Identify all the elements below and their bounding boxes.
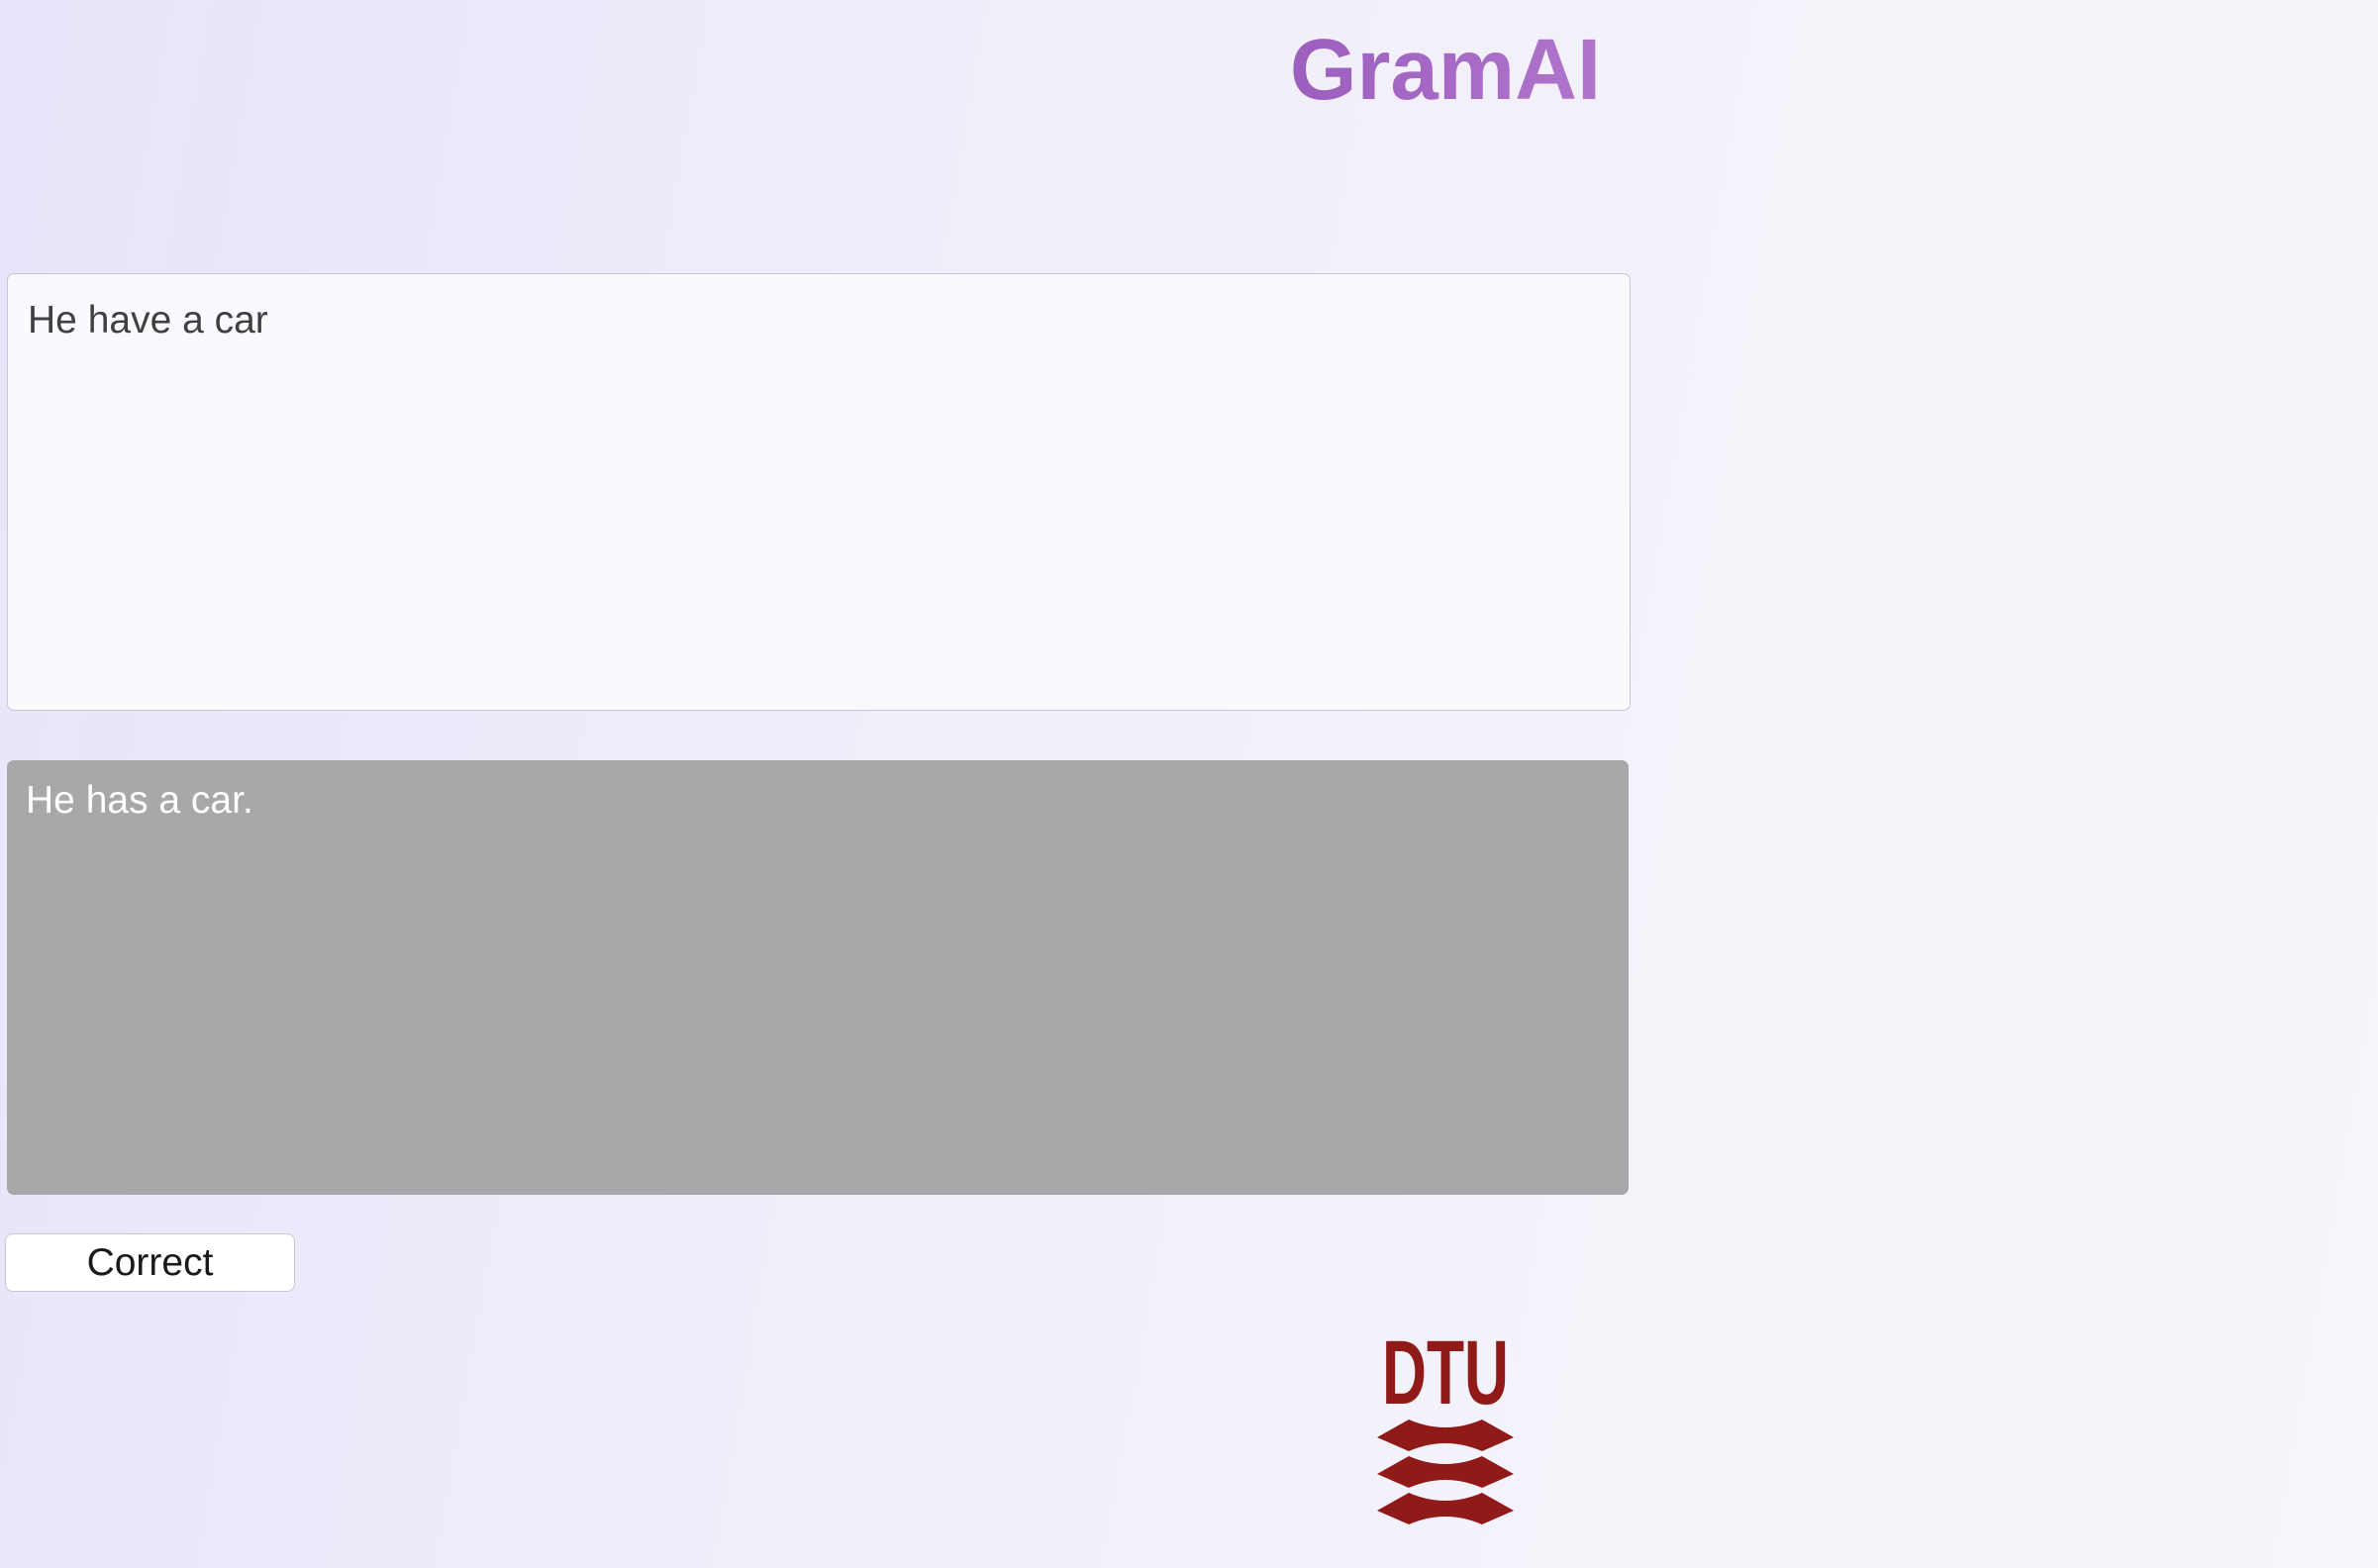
correct-button[interactable]: Correct [5,1233,295,1292]
corrected-output-panel: He has a car. [7,760,1629,1195]
dtu-logo-text: DTU [1382,1324,1509,1423]
dtu-logo: DTU [1377,1324,1514,1524]
input-text-field[interactable]: He have a car [7,273,1631,711]
app-title: GramAI [1139,18,1752,122]
